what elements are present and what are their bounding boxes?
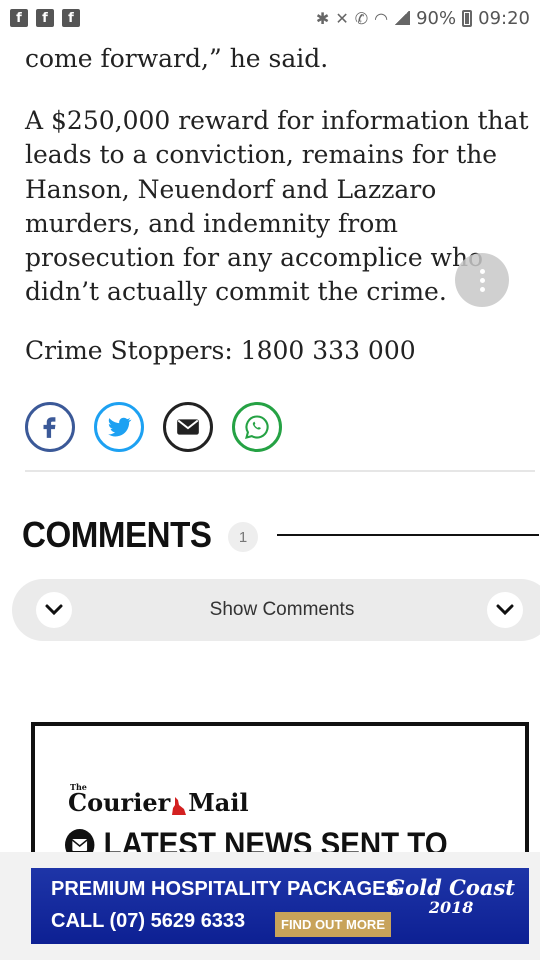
notification-icons: f f f [10,9,80,27]
share-bar [25,402,282,452]
ad-headline: PREMIUM HOSPITALITY PACKAGES [51,878,399,900]
dot-icon [479,277,485,283]
status-bar: f f f ✱ ✕ ✆ ◠ 90% 09:20 [0,0,540,36]
signal-icon [394,11,411,25]
share-whatsapp-button[interactable] [232,402,282,452]
comments-heading: COMMENTS [22,514,212,555]
facebook-icon [43,417,56,438]
share-email-button[interactable] [163,402,213,452]
call-icon: ✆ [354,8,369,28]
dot-icon [479,286,485,292]
crime-stoppers-text[interactable]: Crime Stoppers: 1800 333 000 [25,334,416,368]
system-status: ✱ ✕ ✆ ◠ 90% 09:20 [316,8,530,29]
section-divider [25,470,535,472]
app-notification-icon: f [36,9,54,27]
wifi-icon: ◠ [374,8,389,28]
whatsapp-icon [245,415,269,439]
battery-percentage: 90% [416,7,457,29]
courier-mail-logo: The Courier Mail [68,782,249,817]
share-facebook-button[interactable] [25,402,75,452]
gold-coast-2018-logo: Gold Coast 2018 [387,875,515,918]
bluetooth-icon: ✱ [315,8,330,28]
ad-brand-year: 2018 [428,898,474,917]
ad-find-out-more-button[interactable]: FIND OUT MORE [275,912,391,937]
ad-banner-container: PREMIUM HOSPITALITY PACKAGES CALL (07) 5… [0,852,540,960]
mute-icon: ✕ [335,8,349,28]
ad-brand-name: Gold Coast [387,875,515,900]
dot-icon [479,268,485,274]
clock: 09:20 [478,7,530,29]
queensland-map-icon [172,797,187,815]
paragraph-end-text: come forward,” he said. [25,44,329,73]
comments-count-badge: 1 [228,522,258,552]
comments-heading-rule [277,534,539,536]
chevron-down-icon [36,592,72,628]
email-icon [177,419,199,435]
ad-phone: CALL (07) 5629 6333 [51,910,246,932]
floating-more-button[interactable] [455,253,509,307]
facebook-notification-icon: f [10,9,28,27]
share-twitter-button[interactable] [94,402,144,452]
show-comments-button[interactable]: Show Comments [12,579,540,641]
show-comments-label: Show Comments [209,599,355,620]
logo-courier: Courier [68,788,171,817]
facebook-notification-icon: f [62,9,80,27]
battery-icon [462,9,473,27]
logo-mail: Mail [188,788,249,817]
ad-banner[interactable]: PREMIUM HOSPITALITY PACKAGES CALL (07) 5… [31,868,529,944]
twitter-icon [108,417,132,437]
logo-the: The [70,782,87,792]
chevron-down-icon [487,592,523,628]
